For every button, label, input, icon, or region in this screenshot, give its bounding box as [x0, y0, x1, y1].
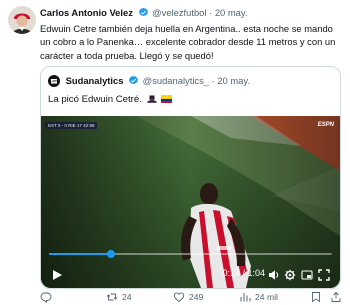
quoted-date[interactable]: 20 may. [217, 75, 250, 86]
retweet-count: 24 [122, 292, 132, 302]
retweet-button[interactable]: 24 [106, 290, 132, 304]
tweet-actions: 24 249 24 mil [40, 290, 341, 304]
author-name[interactable]: Carlos Antonio Velez [40, 7, 133, 18]
verified-badge-icon [128, 75, 139, 90]
video-progress-fill [49, 253, 112, 255]
tweet-card[interactable]: Carlos Antonio Velez @velezfutbol · 20 m… [0, 0, 350, 305]
tweet-text: Edwuin Cetre también deja huella en Arge… [40, 23, 336, 61]
video-time: 0:14 / 1:04 [222, 268, 265, 278]
separator-dot: · [211, 75, 215, 86]
bookmark-icon [312, 292, 320, 303]
quoted-text-line: La picó Edwuin Cetré. [48, 93, 173, 108]
views-button[interactable]: 24 mil [239, 290, 278, 304]
quoted-text: La picó Edwuin Cetré. [48, 94, 142, 105]
bookmark-button[interactable] [310, 290, 326, 304]
reply-button[interactable] [40, 290, 56, 304]
scorebug: EST 0 - 0 RIE 17 42:58 [45, 122, 98, 129]
play-icon[interactable] [51, 268, 63, 280]
colombia-flag-icon [161, 94, 173, 103]
views-icon [240, 293, 251, 302]
volume-icon[interactable] [268, 268, 280, 280]
avatar[interactable] [8, 6, 36, 34]
tweet-date[interactable]: 20 may. [215, 7, 248, 18]
fullscreen-icon[interactable] [318, 268, 330, 281]
video-controls: 0:14 / 1:04 [41, 258, 340, 288]
author-handle[interactable]: @velezfutbol [152, 7, 206, 18]
like-count: 249 [189, 292, 204, 302]
video-player[interactable]: EST 0 - 0 RIE 17 42:58 ESPN 0:14 / 1:04 [41, 116, 340, 288]
quoted-author-handle[interactable]: @sudanalytics_ [143, 75, 209, 86]
heart-icon [173, 292, 185, 303]
picture-in-picture-icon[interactable] [301, 268, 313, 280]
share-icon [331, 291, 341, 302]
quoted-avatar [48, 75, 60, 87]
retweet-icon [106, 293, 118, 301]
share-button[interactable] [330, 290, 346, 304]
quoted-header: Sudanalytics @sudanalytics_ · 20 may. [48, 74, 334, 88]
tweet-header: Carlos Antonio Velez @velezfutbol · 20 m… [40, 6, 344, 20]
reply-icon [40, 292, 52, 304]
views-count: 24 mil [255, 292, 278, 302]
broadcaster-logo: ESPN [317, 122, 334, 128]
verified-badge-icon [138, 7, 149, 22]
settings-gear-icon[interactable] [284, 268, 296, 281]
top-hat-icon [147, 95, 157, 108]
separator-dot: · [209, 7, 213, 18]
like-button[interactable]: 249 [173, 290, 203, 304]
quoted-author-name[interactable]: Sudanalytics [66, 75, 124, 86]
quoted-tweet[interactable]: Sudanalytics @sudanalytics_ · 20 may. La… [40, 66, 341, 289]
video-progress-bar[interactable] [49, 250, 332, 258]
